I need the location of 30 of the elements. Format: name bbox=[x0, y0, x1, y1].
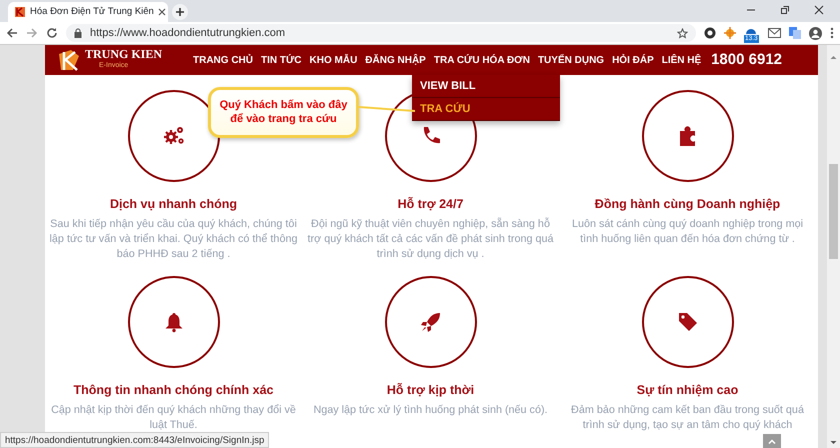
feature-text: Sau khi tiếp nhận yêu cầu của quý khách, chúng tôi lập tức tư vấn và triển khai. Quý khách có thể thông báo PHHĐ sau 2 tiếng . bbox=[48, 217, 298, 262]
feature-title: Sự tín nhiệm cao bbox=[636, 382, 740, 398]
feature-text: Ngay lập tức xử lý tình huống phát sinh (nếu có). bbox=[312, 403, 549, 418]
callout-text: Quý Khách bấm vào đây bbox=[218, 98, 348, 112]
nav-link[interactable]: TRANG CHỦ bbox=[193, 52, 253, 68]
tab-title: Hóa Đơn Điện Tử Trung Kiên bbox=[30, 4, 154, 19]
browser-tab[interactable]: Hóa Đơn Điện Tử Trung Kiên bbox=[8, 2, 168, 22]
nav-link[interactable]: TIN TỨC bbox=[261, 52, 302, 68]
feature-text: Luôn sát cánh cùng quý doanh nghiệp trong mọi tình huống liên quan đến hóa đơn chứng từ . bbox=[570, 217, 804, 247]
feature-title: Dịch vụ nhanh chóng bbox=[108, 196, 238, 212]
dropdown-item[interactable]: TRA CỨU bbox=[412, 98, 560, 121]
nav-link[interactable]: TRA CỨU HÓA ĐƠN bbox=[434, 52, 530, 68]
nav-link[interactable]: TUYỂN DỤNG bbox=[538, 52, 604, 68]
status-bar: https://hoadondientutrungkien.com:8443/eInvoicing/SignIn.jsp bbox=[0, 432, 270, 448]
dropdown-item[interactable]: VIEW BILL bbox=[412, 75, 560, 98]
feature-text: Cập nhật kịp thời đến quý khách những thay đổi về luật Thuế. bbox=[50, 403, 297, 433]
nav-link[interactable]: HỎI ĐÁP bbox=[612, 52, 654, 68]
feature-text: Đảm bảo những cam kết ban đầu trong suốt quá trình sử dụng, tạo sự an tâm cho quý khách bbox=[570, 403, 805, 433]
logo-text: TRUNG KIEN bbox=[85, 49, 162, 60]
feature-text: Đội ngũ kỹ thuật viên chuyên nghiệp, sẵn sàng hỗ trợ quý khách tất cả các vấn đề phát sinh trong quá trình sử dụng dịch vụ . bbox=[306, 217, 554, 262]
nav-link[interactable]: LIÊN HỆ bbox=[662, 52, 702, 68]
nav-link[interactable]: KHO MẪU bbox=[310, 52, 358, 68]
feature-title: Hỗ trợ kịp thời bbox=[386, 382, 476, 398]
feature-title: Đồng hành cùng Doanh nghiệp bbox=[594, 196, 782, 212]
callout-text: để vào trang tra cứu bbox=[229, 112, 338, 126]
hotline-number: 1800 6912 bbox=[711, 50, 782, 70]
address-bar[interactable]: https://www.hoadondientutrungkien.com bbox=[66, 24, 696, 42]
feature-title: Hỗ trợ 24/7 bbox=[396, 196, 464, 212]
nav-link[interactable]: ĐĂNG NHẬP bbox=[365, 52, 426, 68]
feature-title: Thông tin nhanh chóng chính xác bbox=[72, 382, 274, 398]
